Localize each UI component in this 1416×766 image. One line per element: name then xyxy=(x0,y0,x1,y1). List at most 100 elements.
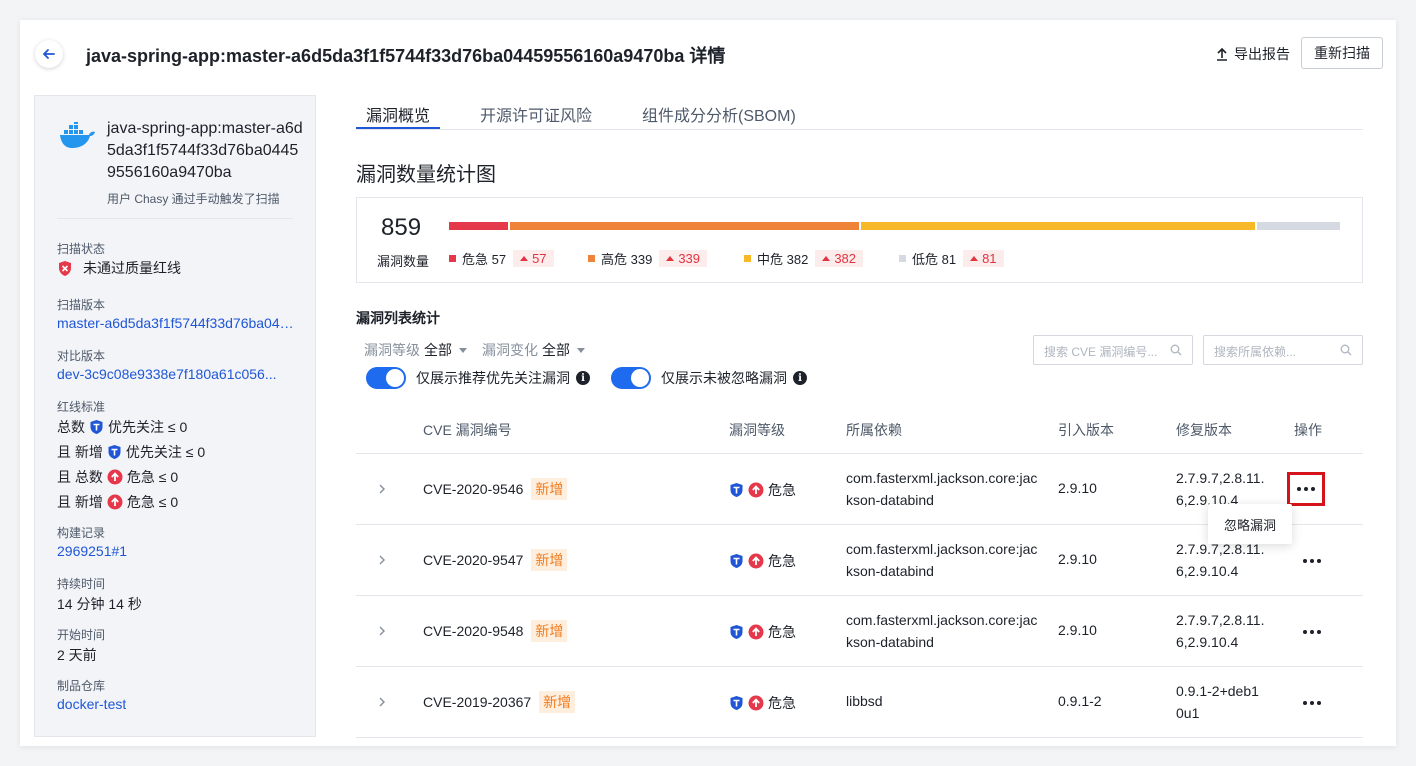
back-button[interactable] xyxy=(35,40,63,68)
cve-id-text: CVE-2020-9547 xyxy=(423,552,524,568)
legend-swatch xyxy=(744,255,751,262)
export-report-label: 导出报告 xyxy=(1234,46,1290,62)
delta-badge: 81 xyxy=(963,250,1004,267)
toggle-switch[interactable] xyxy=(366,367,406,389)
cve-id: CVE-2020-9546 新增 xyxy=(423,478,568,500)
compare-version-link[interactable]: dev-3c9c08e9338e7f180a61c056... xyxy=(57,366,277,382)
severity-text: 危急 xyxy=(768,482,796,498)
dot xyxy=(1304,487,1308,491)
up-triangle-icon xyxy=(520,256,529,261)
compare-version-text[interactable]: dev-3c9c08e9338e7f180a61c056... xyxy=(57,366,277,382)
up-triangle-icon xyxy=(822,256,831,261)
table-row[interactable]: CVE-2019-20367 新增 危急 libbsd 0.9.1-2 0.9.1… xyxy=(356,667,1363,738)
export-report-button[interactable]: 导出报告 xyxy=(1216,44,1290,64)
filter-change[interactable]: 漏洞变化 全部 xyxy=(482,340,585,360)
page-header: java-spring-app:master-a6d5da3f1f5744f33… xyxy=(20,20,1396,88)
tab-license-risk[interactable]: 开源许可证风险 xyxy=(480,102,592,126)
priority-shield-icon xyxy=(730,554,743,568)
shield-fail-icon xyxy=(59,260,71,276)
repository-link[interactable]: docker-test xyxy=(57,696,126,712)
new-badge: 新增 xyxy=(539,691,576,713)
legend-low: 低危 81 81 xyxy=(899,249,1004,268)
toggle-switch[interactable] xyxy=(611,367,651,389)
info-icon[interactable]: i xyxy=(793,371,807,385)
more-actions-button[interactable] xyxy=(1296,618,1328,646)
new-badge: 新增 xyxy=(531,478,568,500)
legend-swatch xyxy=(899,255,906,262)
main-window: java-spring-app:master-a6d5da3f1f5744f33… xyxy=(20,20,1396,746)
intro-version-cell: 0.9.1-2 xyxy=(1058,693,1102,709)
critical-up-icon xyxy=(748,695,764,711)
toggle-unignored-only[interactable]: 仅展示未被忽略漏洞 i xyxy=(611,367,807,389)
redline-rule-text: 优先关注 ≤ 0 xyxy=(108,419,188,435)
chevron-right-icon[interactable] xyxy=(378,625,386,637)
column-header: 修复版本 xyxy=(1176,422,1232,438)
column-header: 漏洞等级 xyxy=(729,422,785,438)
column-header: CVE 漏洞编号 xyxy=(423,422,512,438)
chevron-right-icon[interactable] xyxy=(378,554,386,566)
arrow-left-icon xyxy=(43,49,55,59)
active-tab-indicator xyxy=(356,127,440,129)
tab-sbom[interactable]: 组件成分分析(SBOM) xyxy=(642,102,796,126)
severity-cell: 危急 xyxy=(729,551,796,571)
legend-label: 危急 57 xyxy=(462,252,507,267)
column-header: 操作 xyxy=(1294,422,1322,438)
chevron-right-icon[interactable] xyxy=(378,696,386,708)
dot xyxy=(1311,487,1315,491)
more-actions-button[interactable] xyxy=(1296,547,1328,575)
scan-version-text[interactable]: master-a6d5da3f1f5744f33d76ba04459556160… xyxy=(57,315,295,331)
cve-id: CVE-2019-20367 新增 xyxy=(423,691,576,713)
scan-version-label: 扫描版本 xyxy=(57,298,106,312)
toggle-priority-only[interactable]: 仅展示推荐优先关注漏洞 i xyxy=(366,367,590,389)
priority-shield-icon xyxy=(730,625,743,639)
redline-rule: 总数 优先关注 ≤ 0 xyxy=(57,417,187,437)
intro-version-cell: 2.9.10 xyxy=(1058,480,1097,496)
repository-text[interactable]: docker-test xyxy=(57,696,126,712)
vuln-total-label: 漏洞数量 xyxy=(377,254,430,269)
severity-bar-segment xyxy=(860,222,1255,230)
start-time-label: 开始时间 xyxy=(57,628,106,642)
legend-swatch xyxy=(449,255,456,262)
filter-severity[interactable]: 漏洞等级 全部 xyxy=(364,340,467,360)
dot xyxy=(1303,630,1307,634)
repository-label: 制品仓库 xyxy=(57,679,106,693)
priority-shield-icon xyxy=(730,483,743,497)
info-icon[interactable]: i xyxy=(576,371,590,385)
legend-label: 中危 382 xyxy=(757,252,809,267)
critical-up-icon xyxy=(107,469,123,485)
fix-version-cell: 2.7.9.7,2.8.11.6,2.9.10.4 xyxy=(1176,612,1265,650)
dependency-cell: com.fasterxml.jackson.core:jackson-datab… xyxy=(846,612,1038,650)
search-placeholder: 搜索所属依赖... xyxy=(1214,345,1297,359)
redline-rule-prefix: 且 新增 xyxy=(57,494,103,510)
more-actions-button[interactable] xyxy=(1287,472,1325,506)
new-badge: 新增 xyxy=(531,620,568,642)
more-actions-button[interactable] xyxy=(1296,689,1328,717)
legend-label: 低危 81 xyxy=(912,252,957,267)
cve-id-text: CVE-2020-9548 xyxy=(423,623,524,639)
toggle-label: 仅展示推荐优先关注漏洞 xyxy=(416,370,570,386)
cve-id-text: CVE-2020-9546 xyxy=(423,481,524,497)
ignore-vuln-menu-item[interactable]: 忽略漏洞 xyxy=(1208,504,1292,544)
build-record-text[interactable]: 2969251#1 xyxy=(57,543,127,559)
divider xyxy=(57,218,293,219)
scan-status-value: 未通过质量红线 xyxy=(57,258,181,278)
search-dependency-input[interactable]: 搜索所属依赖... xyxy=(1203,335,1363,365)
build-record-link[interactable]: 2969251#1 xyxy=(57,543,127,559)
search-cve-input[interactable]: 搜索 CVE 漏洞编号... xyxy=(1033,335,1193,365)
column-header: 引入版本 xyxy=(1058,422,1114,438)
scan-version-link[interactable]: master-a6d5da3f1f5744f33d76ba04459556160… xyxy=(57,315,295,331)
redline-rule-text: 危急 ≤ 0 xyxy=(126,469,179,485)
priority-shield-icon xyxy=(108,445,121,459)
chevron-right-icon[interactable] xyxy=(378,483,386,495)
table-row[interactable]: CVE-2020-9548 新增 危急 com.fasterxml.jackson… xyxy=(356,596,1363,667)
severity-cell: 危急 xyxy=(729,693,796,713)
dot xyxy=(1317,630,1321,634)
rescan-button[interactable]: 重新扫描 xyxy=(1301,37,1383,69)
tab-vuln-overview[interactable]: 漏洞概览 xyxy=(366,102,430,126)
legend-medium: 中危 382 382 xyxy=(744,249,864,268)
section-title: 漏洞数量统计图 xyxy=(356,164,496,186)
scan-status-text: 未通过质量红线 xyxy=(83,260,181,276)
dot xyxy=(1310,630,1314,634)
toggle-label: 仅展示未被忽略漏洞 xyxy=(661,370,787,386)
redline-rule: 且 新增 危急 ≤ 0 xyxy=(57,492,178,512)
